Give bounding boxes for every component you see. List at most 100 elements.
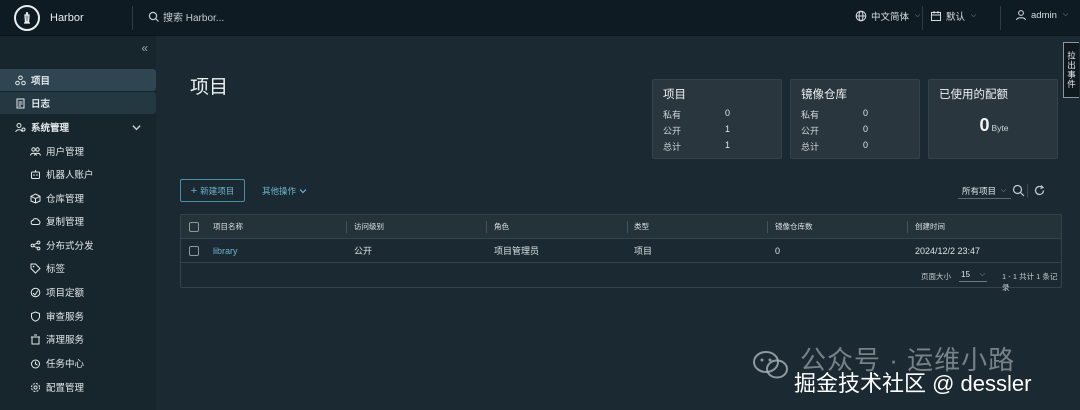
sidebar-item-distributions[interactable]: 分布式分发 xyxy=(0,234,156,256)
sidebar-item-label: 复制管理 xyxy=(46,217,85,228)
column-divider xyxy=(486,221,487,233)
projects-table: 项目名称 访问级别 角色 类型 镜像仓库数 创建时间 library 公开 项目… xyxy=(180,214,1062,292)
calendar-selector[interactable]: 默认 ⌵ xyxy=(930,9,976,23)
column-header-type[interactable]: 类型 xyxy=(628,215,649,239)
sidebar-item-registries[interactable]: 仓库管理 xyxy=(0,187,156,209)
table-row: library 公开 项目管理员 项目 0 2024/12/2 23:47 xyxy=(181,239,1061,263)
sidebar-item-robot-accounts[interactable]: 机器人账户 xyxy=(0,163,156,185)
column-header-name[interactable]: 项目名称 xyxy=(207,215,243,239)
search-input[interactable]: 搜索 Harbor... xyxy=(163,9,224,24)
card-row-value: 0 xyxy=(863,140,869,150)
sidebar-item-interrogation-services[interactable]: 审查服务 xyxy=(0,305,156,327)
event-panel-tab[interactable]: 拉出事件 xyxy=(1063,42,1079,98)
column-divider xyxy=(346,221,347,233)
type: 项目 xyxy=(634,246,653,256)
globe-icon xyxy=(855,10,867,22)
system-admin-icon xyxy=(15,122,26,132)
sidebar-item-label: 机器人账户 xyxy=(46,170,94,181)
role: 项目管理员 xyxy=(494,246,540,256)
new-project-label: 新建项目 xyxy=(200,185,235,196)
sidebar-item-projects[interactable]: 项目 xyxy=(0,69,156,91)
gear-icon xyxy=(31,382,40,392)
distribution-icon xyxy=(30,240,41,250)
card-title: 已使用的配额 xyxy=(939,89,1008,101)
column-divider xyxy=(907,221,908,233)
project-filter-select[interactable]: 所有项目 ⌵ xyxy=(962,185,1006,197)
calendar-icon xyxy=(931,11,941,21)
robot-icon xyxy=(31,169,40,179)
other-actions-label: 其他操作 xyxy=(262,186,297,196)
card-row-value: 1 xyxy=(725,140,731,150)
sidebar-item-system-admin[interactable]: 系统管理 xyxy=(0,116,156,138)
card-row-value: 1 xyxy=(725,124,731,134)
quota-summary-card: 已使用的配额 0 Byte xyxy=(928,79,1058,159)
sidebar-item-project-quotas[interactable]: 项目定额 xyxy=(0,281,156,303)
sidebar-item-job-service[interactable]: 任务中心 xyxy=(0,352,156,374)
harbor-logo[interactable] xyxy=(14,4,40,31)
sidebar-item-label: 日志 xyxy=(31,99,51,110)
page-title: 项目 xyxy=(190,77,229,98)
access-level: 公开 xyxy=(354,246,373,256)
chevron-down-icon: ⌵ xyxy=(971,12,977,19)
watermark-juejin: 掘金技术社区 @ dessler xyxy=(794,371,1032,396)
card-row-label: 公开 xyxy=(801,126,820,136)
new-project-button[interactable]: + 新建项目 xyxy=(180,179,245,202)
card-row-label: 私有 xyxy=(663,110,682,120)
select-all-checkbox[interactable] xyxy=(189,222,199,232)
header-divider xyxy=(1000,6,1001,30)
sidebar-item-label: 用户管理 xyxy=(46,147,85,158)
sidebar-item-users[interactable]: 用户管理 xyxy=(0,140,156,162)
user-name: admin xyxy=(1031,9,1057,21)
wechat-icon xyxy=(753,351,788,379)
user-icon xyxy=(1016,10,1026,21)
filter-underline xyxy=(958,198,1011,199)
filter-label: 所有项目 xyxy=(962,186,997,196)
sidebar-item-logs[interactable]: 日志 xyxy=(0,92,156,114)
sidebar-item-configuration[interactable]: 配置管理 xyxy=(0,376,156,398)
sidebar-item-label: 标签 xyxy=(46,264,66,275)
quota-value: 0 Byte xyxy=(929,115,1059,136)
column-header-access[interactable]: 访问级别 xyxy=(348,215,384,239)
language-selector[interactable]: 中文简体 ⌵ xyxy=(855,9,920,23)
sidebar-item-label: 仓库管理 xyxy=(46,194,85,205)
chevron-down-icon xyxy=(299,189,307,194)
quota-number: 0 xyxy=(979,115,990,135)
sidebar-item-label: 分布式分发 xyxy=(46,241,94,252)
page-size-select[interactable]: 15 ⌵ xyxy=(959,268,987,282)
header-divider xyxy=(922,6,923,30)
refresh-icon[interactable] xyxy=(1033,184,1046,197)
cleanup-icon xyxy=(31,334,40,344)
quota-unit: Byte xyxy=(991,123,1009,133)
column-header-creation-time[interactable]: 创建时间 xyxy=(909,215,945,239)
brand-name[interactable]: Harbor xyxy=(50,12,84,24)
sidebar-item-label: 系统管理 xyxy=(31,123,70,134)
page-size-label: 页面大小 xyxy=(921,272,951,281)
sidebar-item-label: 项目定额 xyxy=(46,288,85,299)
card-row-value: 0 xyxy=(863,108,869,118)
row-checkbox[interactable] xyxy=(189,246,199,256)
chevron-down-icon: ⌵ xyxy=(979,270,985,278)
project-name-link[interactable]: library xyxy=(207,239,238,263)
sidebar-item-replications[interactable]: 复制管理 xyxy=(0,210,156,232)
sidebar-item-label: 项目 xyxy=(31,76,51,87)
chevron-down-icon: ⌵ xyxy=(915,12,921,19)
table-footer: 页面大小 15 ⌵ 1 - 1 共计 1 条记录 xyxy=(181,263,1061,292)
shield-icon xyxy=(31,310,40,322)
sidebar-item-label: 审查服务 xyxy=(46,312,85,323)
user-menu[interactable]: admin ⌵ xyxy=(1015,9,1068,21)
sidebar-item-clean-up[interactable]: 清理服务 xyxy=(0,328,156,350)
card-row-label: 总计 xyxy=(801,142,820,152)
collapse-sidebar-icon[interactable]: « xyxy=(141,41,148,55)
chevron-down-icon xyxy=(132,125,141,131)
global-search[interactable]: 搜索 Harbor... xyxy=(148,9,224,24)
other-actions-dropdown[interactable]: 其他操作 xyxy=(262,185,307,197)
page-size-value: 15 xyxy=(961,270,970,279)
sidebar-item-labels[interactable]: 标签 xyxy=(0,257,156,279)
table-header: 项目名称 访问级别 角色 类型 镜像仓库数 创建时间 xyxy=(181,215,1061,239)
card-title: 镜像仓库 xyxy=(801,89,847,101)
search-icon[interactable] xyxy=(1012,184,1025,197)
replication-icon xyxy=(30,217,41,225)
column-header-role[interactable]: 角色 xyxy=(488,215,509,239)
column-header-repo-count[interactable]: 镜像仓库数 xyxy=(769,215,813,239)
toolbar-divider xyxy=(1027,184,1028,198)
